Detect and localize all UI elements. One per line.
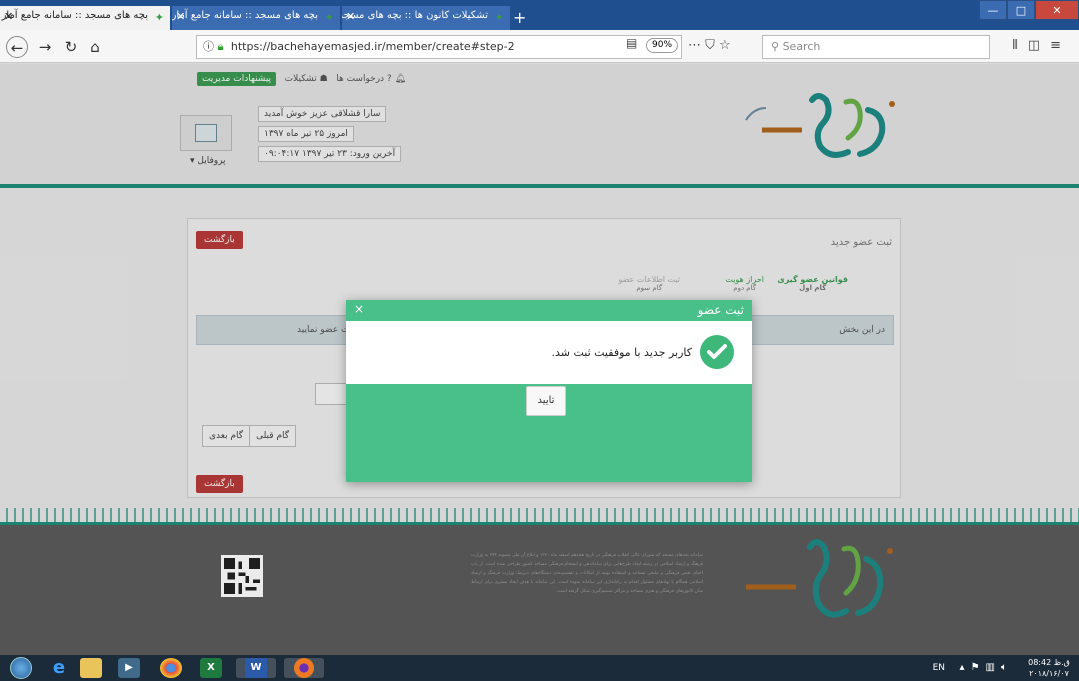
ie-icon[interactable]: e <box>48 658 70 678</box>
tab-close-icon[interactable]: ✕ <box>176 10 185 23</box>
file-explorer-icon[interactable] <box>80 658 102 678</box>
more-actions-icon[interactable]: ⋯ <box>688 38 701 53</box>
clock[interactable]: 08:42 ق.ظ ۲۰۱۸/۱۶/۰۷ <box>1027 657 1071 679</box>
url-text: https://bachehayemasjed.ir/member/create… <box>230 40 515 53</box>
forward-arrow-icon[interactable]: → <box>34 36 56 58</box>
modal-title: ثبت عضو <box>697 303 744 317</box>
modal-header: ثبت عضو × <box>346 300 752 321</box>
clock-date: ۲۰۱۸/۱۶/۰۷ <box>1029 669 1069 678</box>
confirm-button[interactable]: تایید <box>526 386 566 416</box>
reload-icon[interactable]: ↻ <box>60 36 82 58</box>
browser-tab-3[interactable]: ✦ تشکیلات کانون ها :: بچه های مسجد ✕ <box>342 6 510 30</box>
lock-icon: 🔒︎ <box>217 40 224 53</box>
pocket-icon[interactable]: ⛉ <box>705 38 715 53</box>
show-hidden-icon[interactable]: ▴ <box>960 662 971 673</box>
reader-view-icon[interactable]: ▤ <box>626 36 637 50</box>
new-tab-button[interactable]: + <box>513 8 526 27</box>
page-content: 🔔︎ ? درخواست ها ☗ تشکیلات پیشنهادات مدیر… <box>0 64 1079 655</box>
chrome-icon[interactable] <box>160 658 182 678</box>
tab-close-icon[interactable]: ✕ <box>346 10 355 23</box>
tab-close-icon[interactable]: ✕ <box>4 10 13 23</box>
tray-icons: ▴⚑▥🔈︎ <box>960 662 1013 673</box>
browser-navbar: ← → ↻ ⌂ ⓘ 🔒︎ https://bachehayemasjed.ir/… <box>0 30 1079 63</box>
menu-icon[interactable]: ≡ <box>1050 38 1071 53</box>
browser-tab-strip: ✦ بچه های مسجد :: سامانه جامع آمار ✕ ✦ ب… <box>0 0 1079 30</box>
minimize-icon[interactable]: — <box>979 0 1007 20</box>
maximize-icon[interactable]: □ <box>1007 0 1035 20</box>
modal-body: کاربر جدید با موفقیت ثبت شد. <box>346 321 752 384</box>
check-circle-icon <box>700 335 734 369</box>
close-icon[interactable]: × <box>354 302 364 316</box>
start-button[interactable] <box>10 657 32 679</box>
back-arrow-icon[interactable]: ← <box>6 36 28 58</box>
site-favicon-icon: ✦ <box>494 11 504 24</box>
tab-title: تشکیلات کانون ها :: بچه های مسجد <box>342 10 488 21</box>
close-window-icon[interactable]: ✕ <box>1035 0 1079 20</box>
browser-tab-2[interactable]: ✦ بچه های مسجد :: سامانه جامع آمار ✕ <box>172 6 340 30</box>
home-icon[interactable]: ⌂ <box>84 36 106 58</box>
volume-icon[interactable]: 🔈︎ <box>1001 662 1013 673</box>
zoom-level[interactable]: 90% <box>646 38 679 53</box>
clock-time: 08:42 ق.ظ <box>1028 658 1070 667</box>
site-favicon-icon: ✦ <box>324 11 334 24</box>
word-icon: W <box>245 658 267 678</box>
modal-footer: تایید <box>346 384 752 482</box>
media-player-icon[interactable]: ▶ <box>118 658 140 678</box>
network-icon[interactable]: ▥ <box>986 662 1001 673</box>
success-message: کاربر جدید با موفقیت ثبت شد. <box>551 346 692 359</box>
site-favicon-icon: ✦ <box>154 11 164 24</box>
window-controls: — □ ✕ <box>979 0 1079 22</box>
address-bar[interactable]: ⓘ 🔒︎ https://bachehayemasjed.ir/member/c… <box>196 35 682 59</box>
tab-title: بچه های مسجد :: سامانه جامع آمار <box>172 10 318 21</box>
page-actions: ⋯ ⛉ ☆ <box>688 38 731 53</box>
browser-tab-1[interactable]: ✦ بچه های مسجد :: سامانه جامع آمار ✕ <box>0 6 170 30</box>
bookmark-star-icon[interactable]: ☆ <box>719 38 731 53</box>
search-placeholder: Search <box>782 40 821 53</box>
sidebar-icon[interactable]: ◫ <box>1028 38 1050 53</box>
flag-icon[interactable]: ⚑ <box>971 662 986 673</box>
windows-taskbar: e ▶ X W EN ▴⚑▥🔈︎ 08:42 ق.ظ ۲۰۱۸/۱۶/۰۷ <box>0 655 1079 681</box>
tab-title: بچه های مسجد :: سامانه جامع آمار <box>1 10 148 21</box>
toolbar-icons: ⫴◫≡ <box>1012 38 1071 53</box>
excel-icon[interactable]: X <box>200 658 222 678</box>
firefox-taskbar-item[interactable] <box>284 658 324 678</box>
language-indicator[interactable]: EN <box>933 663 945 673</box>
search-input[interactable]: ⚲ Search <box>762 35 990 59</box>
success-modal: ثبت عضو × کاربر جدید با موفقیت ثبت شد. ت… <box>346 300 752 482</box>
library-icon[interactable]: ⫴ <box>1012 38 1027 53</box>
word-taskbar-item[interactable]: W <box>236 658 276 678</box>
firefox-icon <box>294 658 314 678</box>
search-icon: ⚲ <box>771 40 780 53</box>
info-icon[interactable]: ⓘ <box>203 40 214 53</box>
